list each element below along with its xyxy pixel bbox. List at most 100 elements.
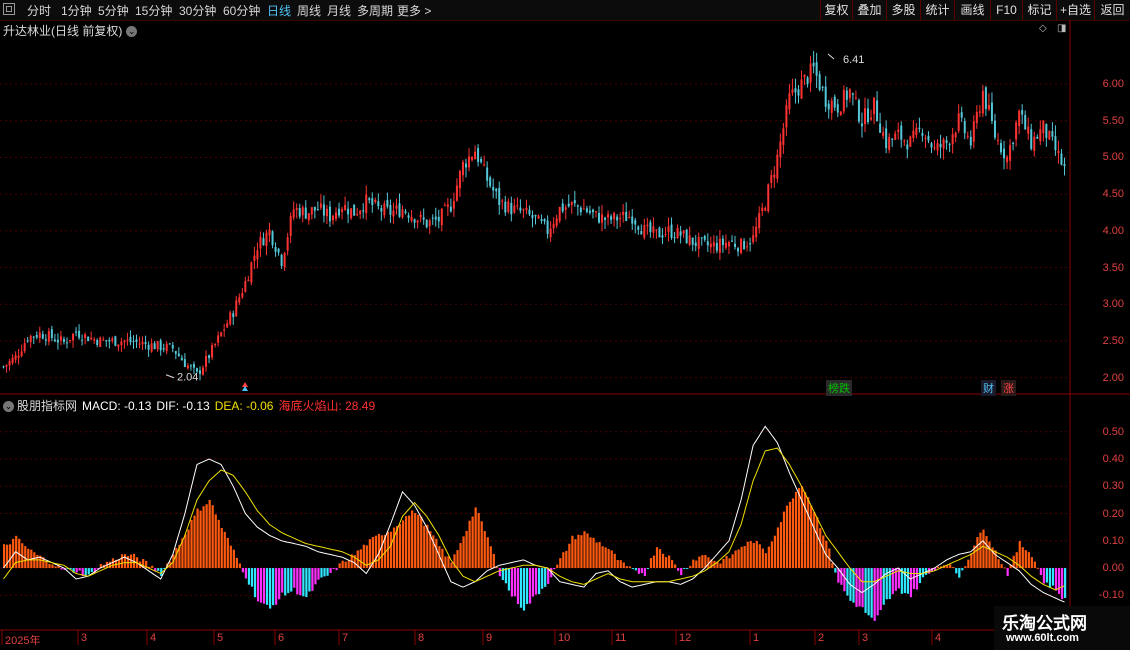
macd-bar — [498, 568, 501, 577]
candle-body — [17, 355, 20, 358]
candle-body — [510, 202, 513, 215]
price-tag-2[interactable]: 涨 — [1001, 380, 1016, 396]
candle-body — [788, 93, 791, 110]
candle-body — [752, 235, 755, 242]
macd-bar — [51, 564, 54, 569]
candle-body — [715, 243, 718, 251]
candle-body — [492, 186, 495, 191]
macd-bar — [528, 568, 532, 604]
macd-bar — [465, 530, 468, 569]
macd-bar — [834, 568, 837, 573]
candle-body — [53, 339, 56, 342]
macd-bar — [988, 541, 991, 569]
price-tag-1[interactable]: 财 — [981, 380, 996, 396]
candle-body — [785, 104, 788, 128]
macd-bar — [338, 563, 341, 569]
candle-body — [262, 238, 265, 246]
candle-body — [643, 225, 646, 238]
macd-bar — [308, 568, 311, 592]
candle-body — [250, 262, 253, 283]
macd-bar — [764, 553, 767, 569]
candle-body — [84, 334, 87, 339]
candle-body — [607, 214, 610, 218]
date-axis-label: 4 — [150, 632, 157, 644]
macd-bar — [813, 512, 816, 569]
candle-body — [353, 204, 356, 216]
candle-body — [455, 185, 458, 201]
chevron-down-icon[interactable]: ⌄ — [3, 401, 14, 413]
candle-body — [389, 205, 392, 215]
price-tag-0[interactable]: 榜跌 — [826, 380, 852, 396]
candle-body — [8, 360, 11, 366]
candle-body — [770, 175, 773, 184]
candle-body — [440, 208, 443, 226]
candle-body — [162, 348, 165, 350]
candle-body — [316, 209, 319, 211]
macd-bar — [649, 558, 653, 569]
candle-body — [625, 211, 628, 221]
macd-bar — [731, 554, 734, 569]
candle-body — [1045, 124, 1048, 138]
macd-bar — [568, 543, 571, 569]
candle-body — [948, 144, 951, 146]
candle-body — [271, 231, 274, 246]
macd-bar — [661, 553, 665, 569]
candle-body — [854, 97, 857, 99]
macd-bar — [314, 568, 317, 585]
date-axis-label: 11 — [615, 632, 627, 644]
candle-body — [87, 336, 90, 342]
candle-body — [676, 227, 679, 239]
macd-bar — [1060, 568, 1064, 600]
candle-body — [177, 353, 180, 357]
candle-body — [446, 204, 449, 207]
candle-body — [471, 157, 474, 160]
macd-bar — [486, 537, 489, 569]
candle-body — [767, 184, 770, 212]
price-axis-tick: 2.00 — [1102, 371, 1124, 384]
date-axis-label: 12 — [679, 632, 692, 644]
candle-body — [129, 336, 132, 343]
date-axis-label: 8 — [418, 632, 425, 644]
candle-body — [933, 147, 936, 149]
high-pointer — [827, 53, 835, 60]
candle-body — [277, 248, 280, 253]
chart-canvas[interactable]: 6.41 2.04 — [0, 0, 1130, 650]
candle-body — [528, 209, 531, 215]
candle-body — [265, 232, 268, 247]
date-axis-label: 5 — [217, 632, 224, 644]
macd-bar — [250, 568, 254, 587]
candle-body — [310, 207, 313, 215]
candle-body — [546, 220, 549, 234]
macd-bar — [816, 517, 819, 569]
macd-bar — [275, 568, 278, 605]
candle-body — [186, 365, 189, 369]
candle-body — [504, 201, 507, 213]
macd-bar — [559, 558, 562, 569]
macd-bar — [782, 511, 786, 569]
macd-bar — [205, 504, 208, 569]
candle-body — [885, 128, 888, 149]
macd-bar — [855, 568, 858, 607]
macd-bar — [1045, 568, 1049, 583]
candle-body — [712, 242, 715, 247]
candle-body — [634, 220, 637, 225]
indicator-legend: ⌄ 股朋指标网 MACD: -0.13 DIF: -0.13 DEA: -0.06 海底火… — [3, 397, 380, 414]
macd-bar — [504, 568, 507, 584]
macd-bar — [680, 568, 683, 576]
candle-body — [730, 240, 733, 242]
candle-body — [613, 213, 616, 220]
candle-body — [867, 108, 870, 123]
macd-bar — [226, 537, 229, 569]
candle-body — [153, 343, 156, 350]
candle-body — [794, 88, 797, 93]
macd-axis-tick: 0.50 — [1102, 425, 1124, 438]
candle-body — [135, 339, 138, 342]
macd-bar — [547, 568, 550, 584]
macd-bar — [770, 541, 773, 569]
macd-bar — [719, 563, 722, 569]
candle-body — [945, 140, 948, 143]
candle-body — [26, 340, 29, 342]
candle-body — [610, 216, 613, 220]
candle-body — [882, 132, 885, 136]
macd-bar — [1042, 568, 1046, 584]
